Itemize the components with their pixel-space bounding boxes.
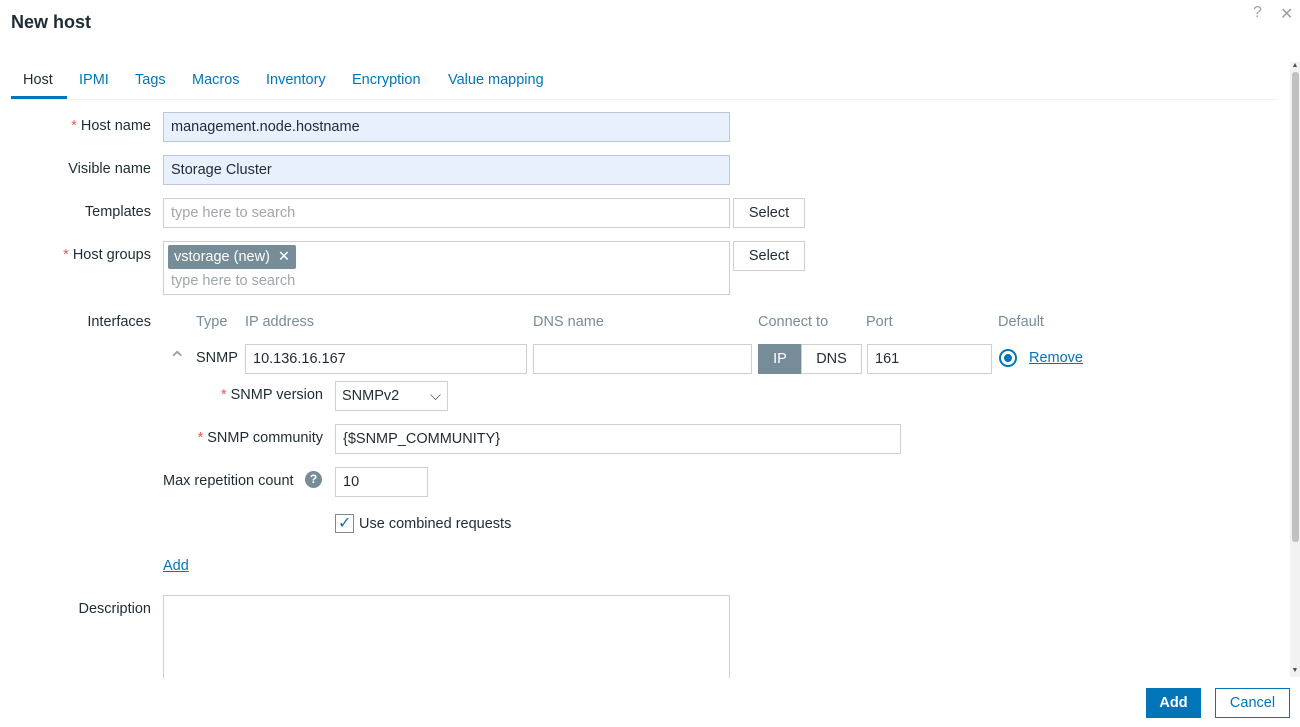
host-name-label: * Host name: [71, 118, 151, 134]
help-icon[interactable]: ?: [305, 471, 322, 488]
combined-requests-label[interactable]: Use combined requests: [359, 516, 511, 532]
dialog-title: New host: [11, 12, 92, 32]
host-groups-placeholder[interactable]: type here to search: [171, 273, 295, 289]
host-name-input[interactable]: management.node.hostname: [163, 112, 730, 142]
host-group-chip: vstorage (new) ✕: [168, 245, 297, 269]
interface-dns-input[interactable]: [533, 344, 752, 374]
tab-value-mapping[interactable]: Value mapping: [436, 66, 556, 99]
templates-select-button[interactable]: Select: [733, 198, 805, 228]
snmp-community-input[interactable]: {$SNMP_COMMUNITY}: [335, 424, 901, 454]
add-button[interactable]: Add: [1146, 688, 1201, 718]
snmp-version-label: * SNMP version: [220, 387, 323, 403]
col-connect-to: Connect to: [758, 314, 829, 330]
col-port: Port: [866, 314, 893, 330]
visible-name-label: Visible name: [68, 161, 151, 177]
description-label: Description: [78, 601, 151, 617]
required-marker: *: [63, 247, 69, 263]
max-repetition-input[interactable]: 10: [335, 467, 428, 497]
col-default: Default: [998, 314, 1044, 330]
host-groups-select-button[interactable]: Select: [733, 241, 805, 271]
default-interface-radio[interactable]: [999, 349, 1017, 367]
templates-label: Templates: [84, 204, 151, 220]
tab-ipmi[interactable]: IPMI: [67, 66, 121, 99]
interface-port-input[interactable]: 161: [867, 344, 992, 374]
connect-dns-toggle[interactable]: DNS: [801, 344, 862, 374]
scrollbar-thumb[interactable]: [1292, 72, 1299, 542]
help-icon[interactable]: ?: [1253, 4, 1262, 22]
interface-ip-input[interactable]: 10.136.16.167: [245, 344, 527, 374]
templates-placeholder: type here to search: [171, 205, 296, 221]
interfaces-label: Interfaces: [87, 314, 151, 330]
tab-macros[interactable]: Macros: [180, 66, 252, 99]
col-ip-address: IP address: [245, 314, 315, 330]
host-groups-label: * Host groups: [63, 247, 151, 263]
chip-remove-icon[interactable]: ✕: [278, 249, 290, 265]
snmp-community-label: * SNMP community: [197, 430, 323, 446]
tab-host[interactable]: Host: [11, 66, 67, 99]
cancel-button[interactable]: Cancel: [1215, 688, 1290, 718]
description-textarea[interactable]: [163, 595, 730, 678]
tab-inventory[interactable]: Inventory: [254, 66, 338, 99]
host-groups-multiselect[interactable]: vstorage (new) ✕ type here to search: [163, 241, 730, 295]
required-marker: *: [197, 430, 204, 446]
combined-requests-checkbox[interactable]: ✓: [335, 514, 354, 533]
collapse-chevron-icon[interactable]: ⌃: [168, 346, 190, 372]
col-type: Type: [196, 314, 228, 330]
remove-interface-link[interactable]: Remove: [1029, 350, 1083, 366]
snmp-version-select[interactable]: SNMPv2 ⌵: [335, 381, 448, 411]
interface-type: SNMP: [196, 350, 238, 366]
scroll-down-icon[interactable]: ▼: [1291, 667, 1299, 675]
visible-name-input[interactable]: Storage Cluster: [163, 155, 730, 185]
col-dns-name: DNS name: [533, 314, 604, 330]
chevron-down-icon: ⌵: [430, 388, 441, 404]
scroll-up-icon[interactable]: ▲: [1291, 62, 1299, 70]
add-interface-link[interactable]: Add: [163, 558, 189, 574]
tab-bar: Host IPMI Tags Macros Inventory Encrypti…: [11, 66, 1277, 100]
connect-ip-toggle[interactable]: IP: [758, 344, 802, 374]
tab-tags[interactable]: Tags: [123, 66, 178, 99]
close-icon[interactable]: ✕: [1280, 4, 1293, 24]
max-repetition-label: Max repetition count: [163, 473, 294, 489]
required-marker: *: [71, 118, 77, 134]
check-icon: ✓: [338, 515, 352, 532]
tab-encryption[interactable]: Encryption: [340, 66, 433, 99]
required-marker: *: [220, 387, 227, 403]
templates-search-input[interactable]: type here to search: [163, 198, 730, 228]
